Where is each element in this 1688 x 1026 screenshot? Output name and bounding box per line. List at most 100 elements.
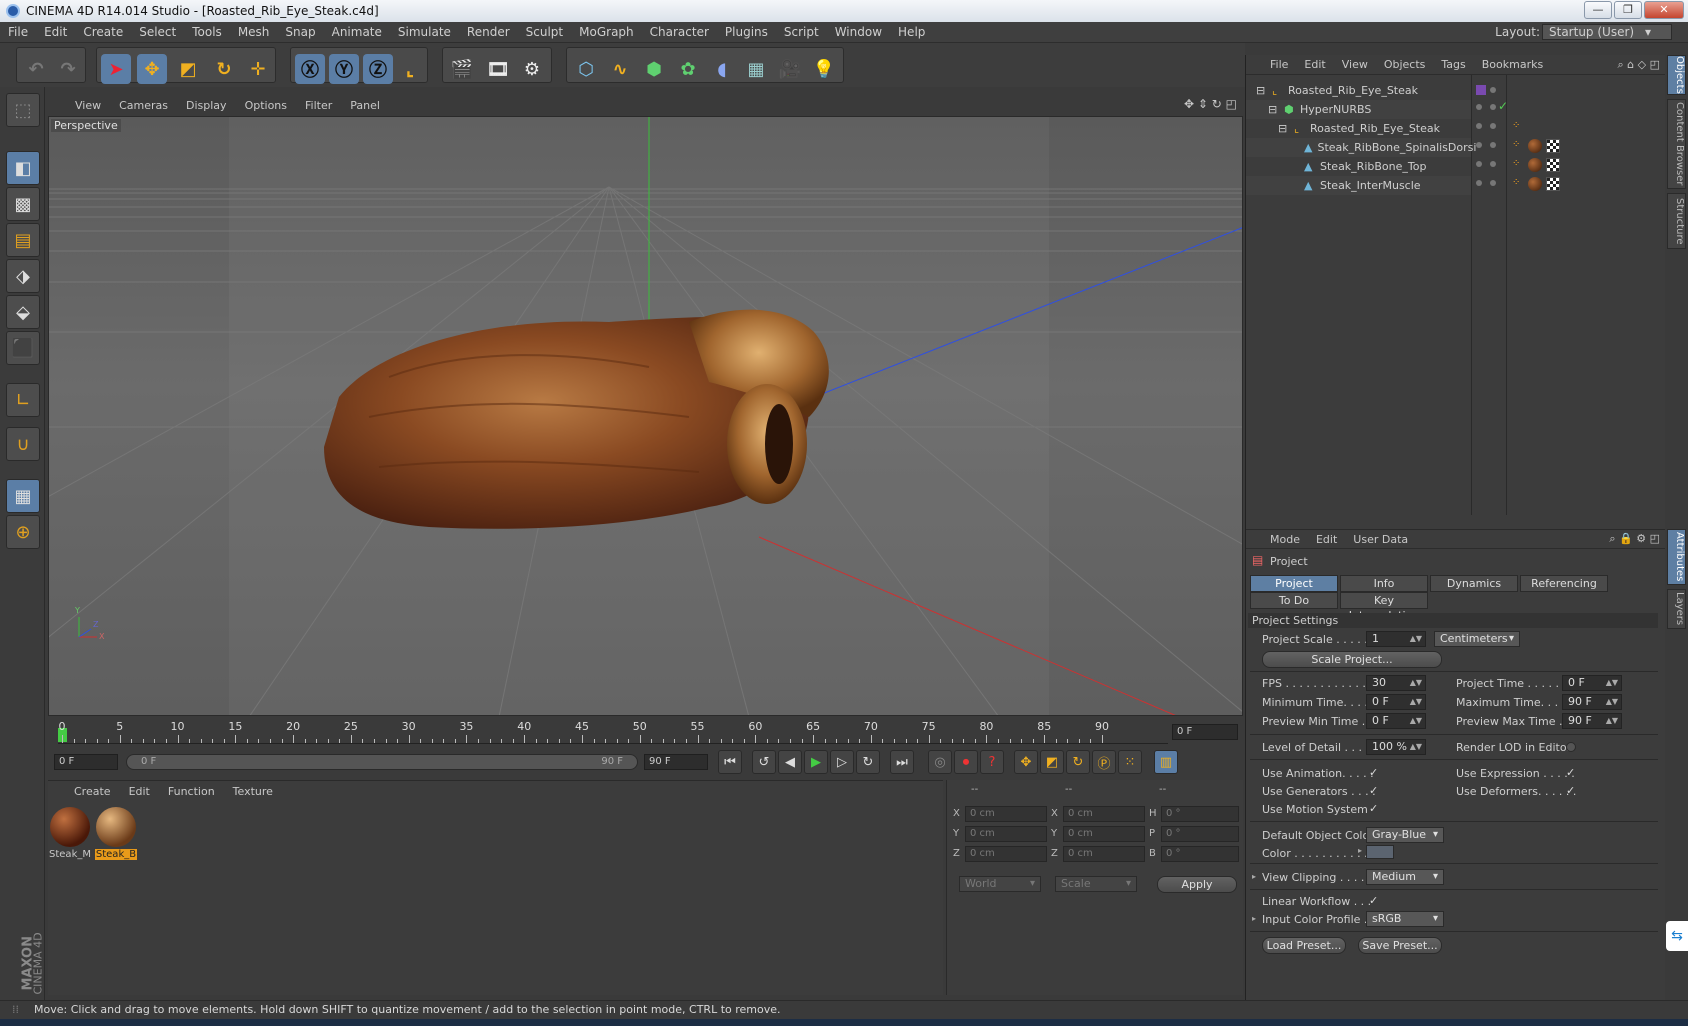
uvw-tag-icon[interactable] (1546, 158, 1560, 172)
position-x-field[interactable]: 0 cm (965, 806, 1047, 822)
menu-character[interactable]: Character (650, 25, 709, 39)
expand-arrow-icon[interactable]: ▸ (1358, 846, 1362, 855)
visibility-dot[interactable] (1490, 87, 1496, 93)
phong-tag-icon[interactable]: ⁘ (1512, 120, 1520, 131)
view-clipping-select[interactable]: Medium (1366, 869, 1444, 885)
rotation-h-field[interactable]: 0 ° (1161, 806, 1239, 822)
model-mode-icon[interactable]: ◧ (6, 151, 40, 185)
coordinate-mode-select[interactable]: World (959, 876, 1041, 892)
max-time-field[interactable]: 90 F ▲▼ (1562, 694, 1622, 710)
next-frame-icon[interactable]: ▷ (830, 750, 854, 774)
y-axis-icon[interactable]: Ⓨ (329, 54, 359, 84)
default-object-color-select[interactable]: Gray-Blue (1366, 827, 1444, 843)
visibility-dot[interactable] (1476, 123, 1482, 129)
start-frame-field[interactable]: 0 F (54, 754, 118, 770)
use-generators-checkbox[interactable]: ✓ (1369, 785, 1381, 797)
record-keys-icon[interactable]: ◎ (928, 750, 952, 774)
visibility-dot[interactable] (1490, 142, 1496, 148)
previous-key-icon[interactable]: ↺ (752, 750, 776, 774)
menu-edit[interactable]: Edit (44, 25, 67, 39)
size-z-field[interactable]: 0 cm (1063, 846, 1145, 862)
axis-mode-icon[interactable]: ∟ (6, 383, 40, 417)
visibility-dot[interactable] (1476, 142, 1482, 148)
obj-menu-edit[interactable]: Edit (1304, 58, 1325, 71)
rotate-icon[interactable]: ↻ (209, 54, 239, 84)
render-settings-icon[interactable]: ⚙ (517, 54, 547, 84)
material-tag-icon[interactable] (1528, 177, 1542, 191)
edges-mode-icon[interactable]: ⬙ (6, 295, 40, 329)
obj-menu-bookmarks[interactable]: Bookmarks (1482, 58, 1543, 71)
expand-arrow-icon[interactable]: ▸ (1252, 914, 1256, 923)
menu-window[interactable]: Window (835, 25, 882, 39)
attr-menu-mode[interactable]: Mode (1270, 533, 1300, 546)
min-time-field[interactable]: 0 F ▲▼ (1366, 694, 1426, 710)
side-tab-layers[interactable]: Layers (1667, 589, 1686, 629)
redo-icon[interactable]: ↷ (53, 54, 83, 84)
menu-sculpt[interactable]: Sculpt (526, 25, 563, 39)
viewport-camera-label[interactable]: Perspective (51, 119, 121, 132)
viewport-menu-view[interactable]: View (75, 99, 101, 112)
key-position-icon[interactable]: ✥ (1014, 750, 1038, 774)
menu-mograph[interactable]: MoGraph (579, 25, 634, 39)
attribute-tools-icons[interactable]: ⌕ 🔒 ⚙ ◰ (1609, 532, 1660, 546)
uvw-tag-icon[interactable] (1546, 139, 1560, 153)
points-mode-icon[interactable]: ⬗ (6, 259, 40, 293)
phong-tag-icon[interactable]: ⁘ (1512, 158, 1520, 169)
material-steak-m[interactable]: Steak_M (48, 807, 92, 867)
coordinate-system-icon[interactable]: ⌞ (395, 54, 425, 84)
tab-key-interpolation[interactable]: Key Interpolation (1340, 592, 1428, 622)
go-to-start-icon[interactable]: ⏮ (718, 750, 742, 774)
menu-tools[interactable]: Tools (192, 25, 222, 39)
load-preset-button[interactable]: Load Preset... (1262, 937, 1346, 954)
viewport-menu-filter[interactable]: Filter (305, 99, 332, 112)
obj-menu-view[interactable]: View (1342, 58, 1368, 71)
material-menu-function[interactable]: Function (168, 785, 215, 798)
side-tab-attributes[interactable]: Attributes (1667, 529, 1686, 585)
viewport-menu-options[interactable]: Options (245, 99, 287, 112)
visibility-dot[interactable] (1490, 161, 1496, 167)
undo-icon[interactable]: ↶ (21, 54, 51, 84)
tab-info[interactable]: Info (1340, 575, 1428, 592)
layout-select[interactable]: Startup (User) ▾ (1542, 24, 1672, 40)
project-scale-field[interactable]: 1 ▲▼ (1366, 631, 1426, 647)
preview-min-field[interactable]: 0 F ▲▼ (1366, 713, 1426, 729)
autokey-icon[interactable]: ⏺ (954, 750, 978, 774)
select-pointer-icon[interactable]: ➤ (101, 54, 131, 84)
uvw-tag-icon[interactable] (1546, 177, 1560, 191)
obj-menu-file[interactable]: File (1270, 58, 1288, 71)
phong-tag-icon[interactable]: ⁘ (1512, 139, 1520, 150)
object-row-group[interactable]: ⊟ ⌞ Roasted_Rib_Eye_Steak (1246, 119, 1471, 138)
menu-help[interactable]: Help (898, 25, 925, 39)
viewport-nav-icons[interactable]: ✥ ⇕ ↻ ◰ (1184, 97, 1237, 111)
side-tab-structure[interactable]: Structure (1667, 193, 1686, 249)
deformer-icon[interactable]: ◖ (707, 54, 737, 84)
viewport-menu-panel[interactable]: Panel (350, 99, 380, 112)
keyframe-selection-icon[interactable]: ? (980, 750, 1004, 774)
object-row-root[interactable]: ⊟ ⌞ Roasted_Rib_Eye_Steak (1246, 81, 1471, 100)
locked-workplane-icon[interactable]: ⊕ (6, 515, 40, 549)
phong-tag-icon[interactable]: ⁘ (1512, 177, 1520, 188)
move-icon[interactable]: ✥ (137, 54, 167, 84)
make-editable-icon[interactable]: ⬚ (6, 93, 40, 127)
key-pla-icon[interactable]: ⁙ (1118, 750, 1142, 774)
timeline-ticks[interactable]: 0 5 10 15 20 25 30 35 40 45 50 55 60 65 70 75 80 85 90 (58, 720, 1168, 744)
floor-icon[interactable]: ▦ (741, 54, 771, 84)
minimize-button[interactable]: — (1584, 1, 1612, 19)
next-key-icon[interactable]: ↻ (856, 750, 880, 774)
use-motion-system-checkbox[interactable]: ✓ (1369, 803, 1381, 815)
polygons-mode-icon[interactable]: ⬛ (6, 331, 40, 365)
tab-dynamics[interactable]: Dynamics (1430, 575, 1518, 592)
light-icon[interactable]: 💡 (809, 54, 839, 84)
menu-render[interactable]: Render (467, 25, 510, 39)
attr-menu-user-data[interactable]: User Data (1353, 533, 1408, 546)
side-tab-content-browser[interactable]: Content Browser (1667, 99, 1686, 189)
attr-menu-edit[interactable]: Edit (1316, 533, 1337, 546)
project-time-field[interactable]: 0 F ▲▼ (1562, 675, 1622, 691)
tab-project-settings[interactable]: Project Settings (1250, 575, 1338, 605)
menu-simulate[interactable]: Simulate (398, 25, 451, 39)
rotation-b-field[interactable]: 0 ° (1161, 846, 1239, 862)
object-row-spinalis[interactable]: ▲ Steak_RibBone_SpinalisDorsi (1246, 138, 1476, 157)
enabled-check-icon[interactable]: ✓ (1498, 99, 1508, 113)
timeline-settings-icon[interactable]: ▥ (1154, 750, 1178, 774)
timeline-ruler[interactable]: 0 5 10 15 20 25 30 35 40 45 50 55 60 65 70 75 80 85 90 0 F (48, 718, 1243, 746)
